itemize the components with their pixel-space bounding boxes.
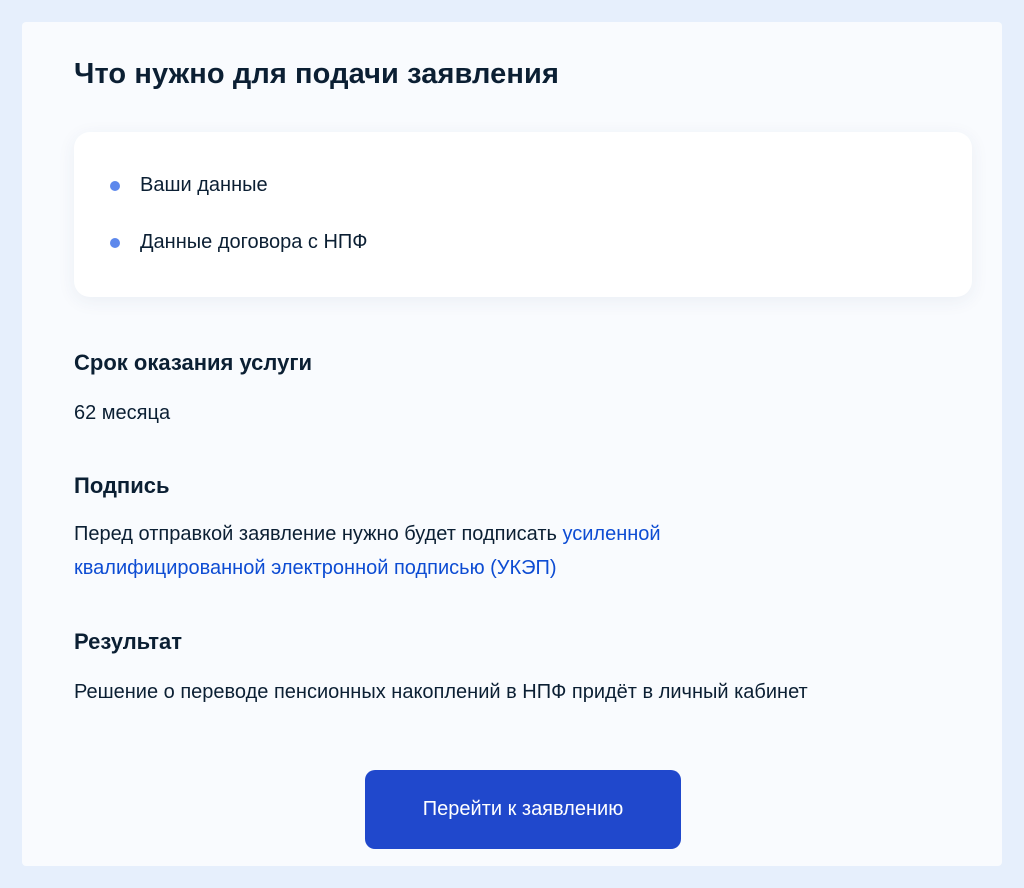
result-text: Решение о переводе пенсионных накоплений… (74, 681, 808, 703)
signature-text: Перед отправкой заявление нужно будет по… (74, 517, 804, 585)
requirement-label: Ваши данные (140, 174, 268, 196)
go-to-application-button[interactable]: Перейти к заявлению (365, 770, 681, 849)
signature-heading: Подпись (74, 473, 170, 498)
bullet-icon (110, 237, 120, 248)
service-term-value: 62 месяца (74, 402, 171, 424)
signature-text-intro: Перед отправкой заявление нужно будет по… (74, 523, 563, 545)
result-heading: Результат (74, 629, 183, 654)
content-panel: Что нужно для подачи заявления Ваши данн… (22, 22, 1002, 866)
requirement-item: Ваши данные (110, 174, 268, 197)
page-title: Что нужно для подачи заявления (74, 58, 559, 90)
service-term-heading: Срок оказания услуги (74, 350, 313, 375)
requirement-label: Данные договора с НПФ (140, 231, 368, 253)
requirements-card: Ваши данные Данные договора с НПФ (74, 132, 972, 297)
bullet-icon (110, 180, 120, 191)
requirement-item: Данные договора с НПФ (110, 231, 368, 254)
